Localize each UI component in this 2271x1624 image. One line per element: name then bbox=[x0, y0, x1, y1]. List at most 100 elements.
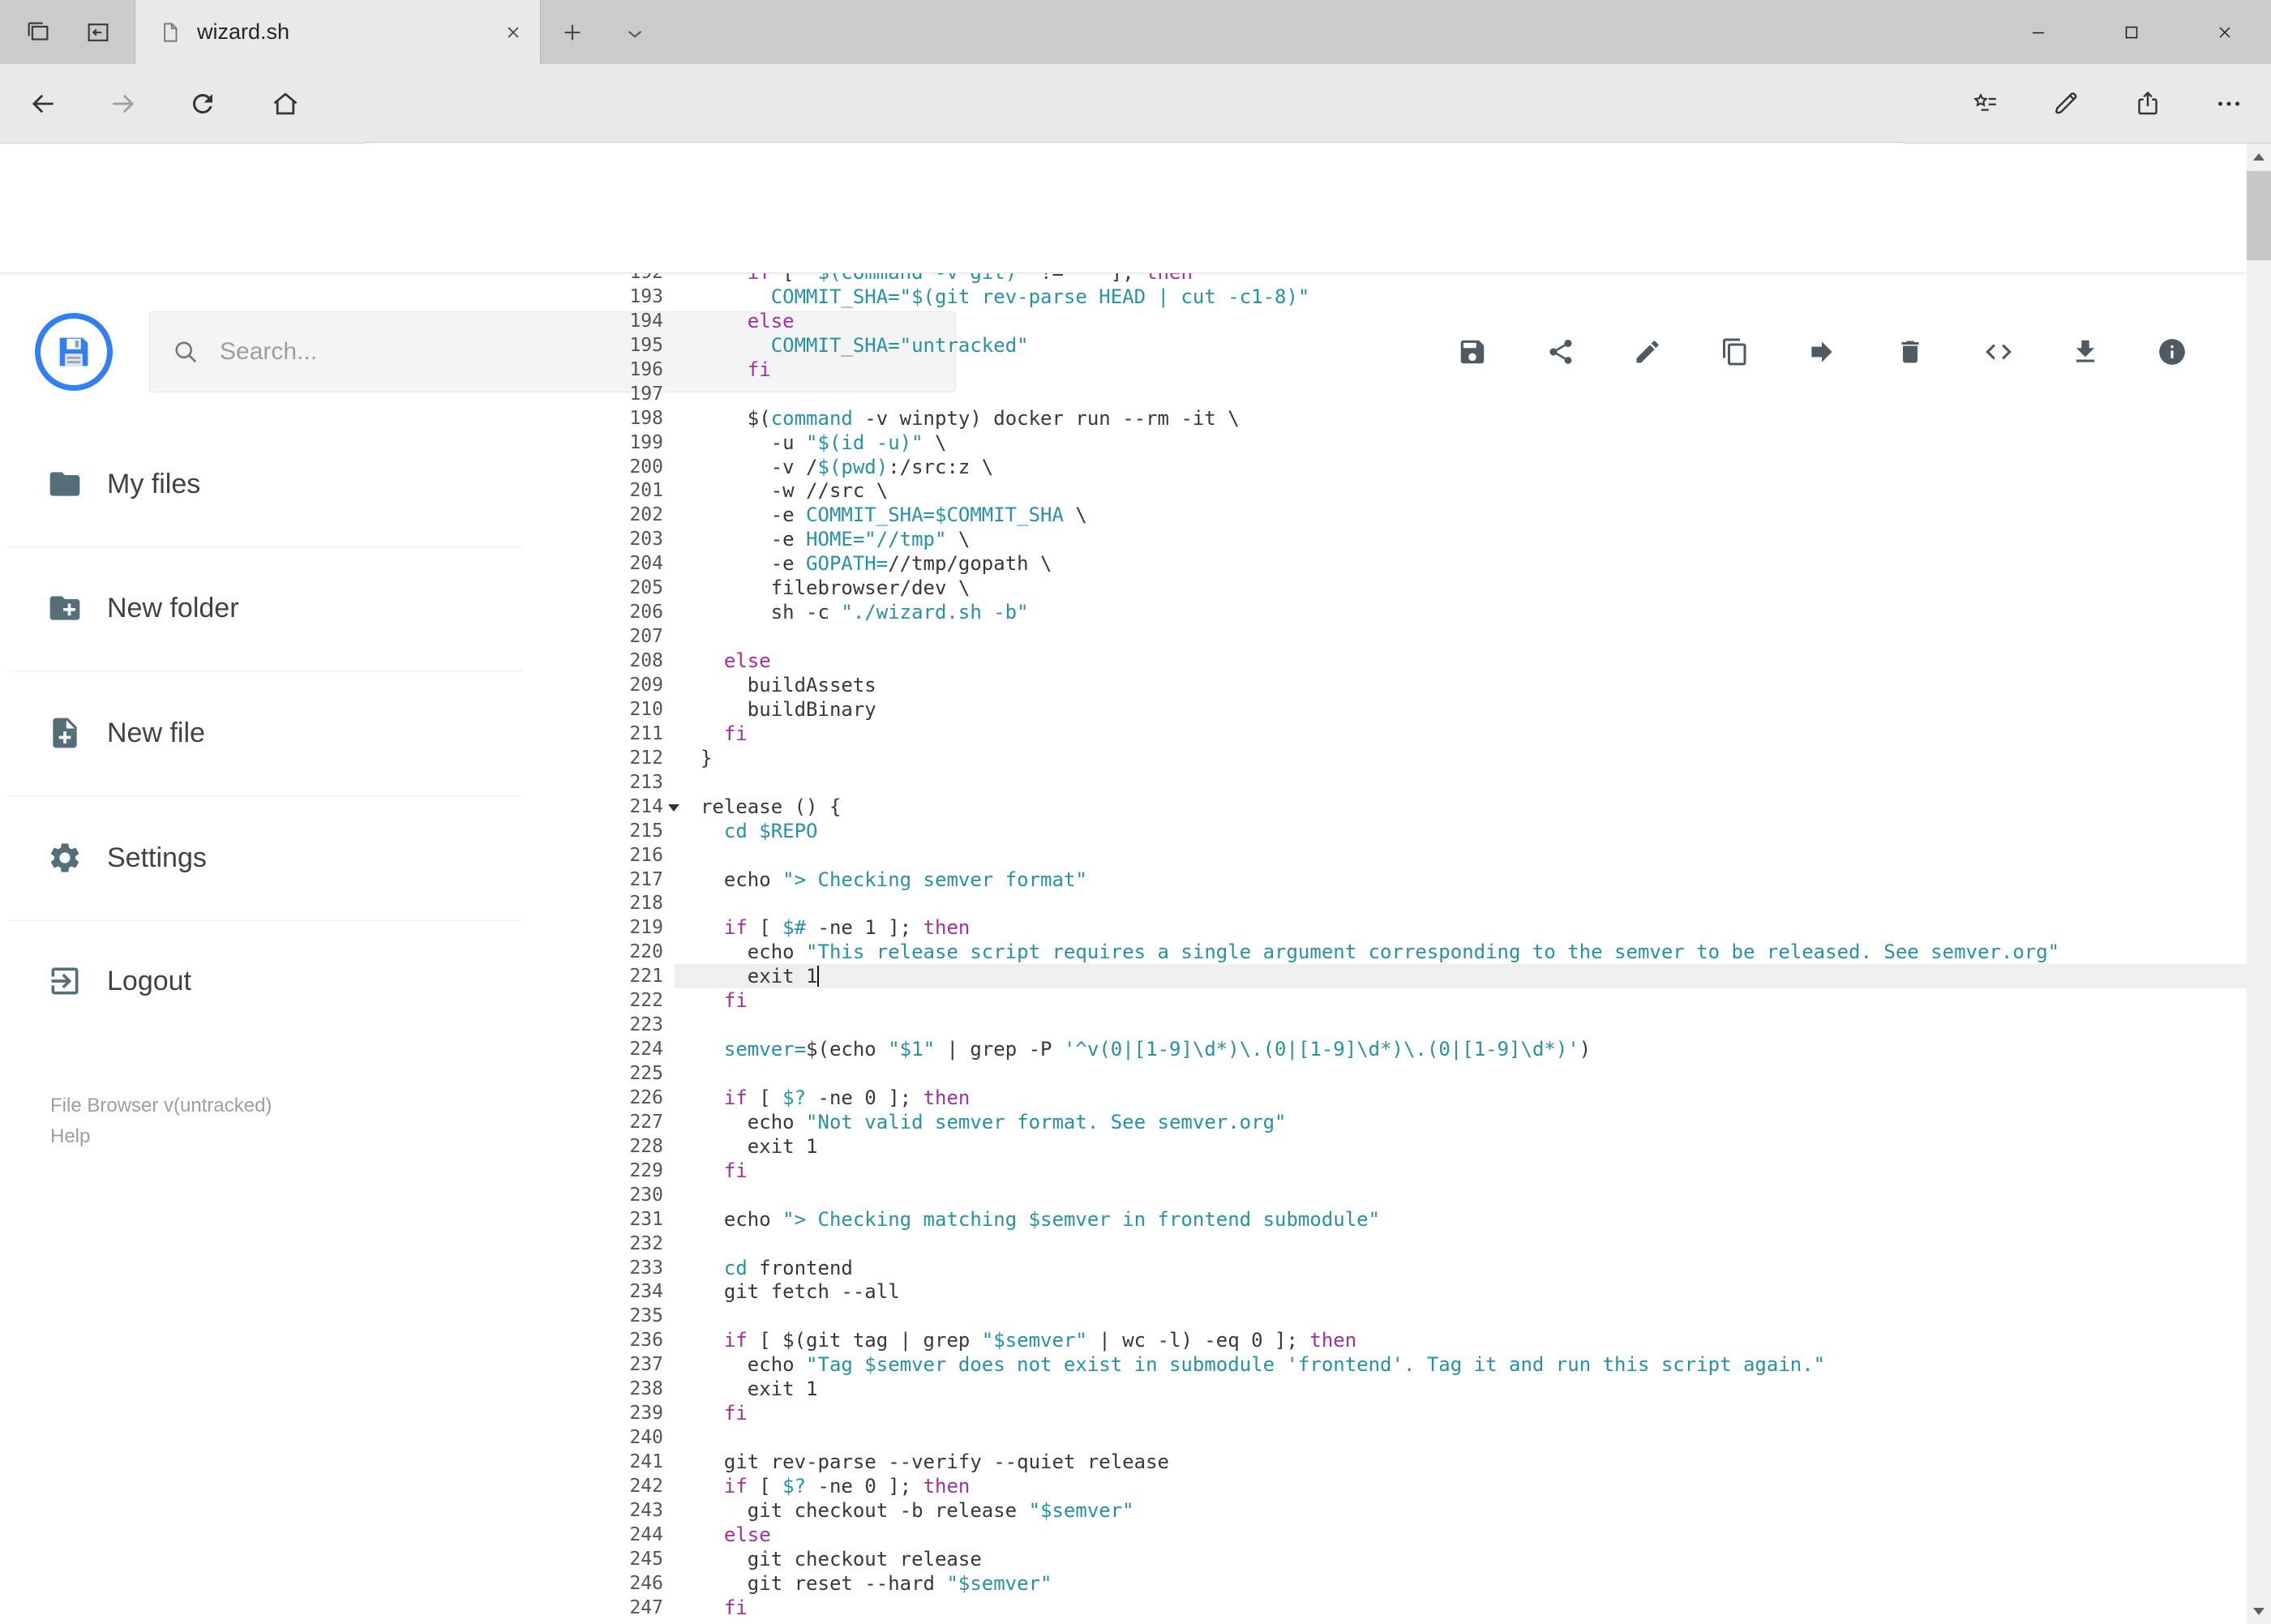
gutter-line-number[interactable]: 209 bbox=[486, 673, 663, 697]
gutter-line-number[interactable]: 216 bbox=[486, 843, 663, 868]
code-line-192[interactable]: 192 if [ "$(command -v git)" != "" ]; th… bbox=[0, 273, 2247, 285]
code-line-236[interactable]: 236 if [ $(git tag | grep "$semver" | wc… bbox=[0, 1328, 2247, 1352]
code-line-196[interactable]: 196 fi bbox=[0, 358, 2247, 382]
web-note-pen-icon[interactable] bbox=[2042, 79, 2091, 128]
code-line-203[interactable]: 203 -e HOME="//tmp" \ bbox=[0, 527, 2247, 551]
code-line-211[interactable]: 211 fi bbox=[0, 722, 2247, 746]
home-icon[interactable] bbox=[261, 79, 310, 128]
gutter-line-number[interactable]: 239 bbox=[486, 1401, 663, 1425]
tab-wizard-sh[interactable]: wizard.sh bbox=[135, 0, 541, 64]
code-line-205[interactable]: 205 filebrowser/dev \ bbox=[0, 576, 2247, 600]
code-line-210[interactable]: 210 buildBinary bbox=[0, 697, 2247, 722]
code-line-244[interactable]: 244 else bbox=[0, 1523, 2247, 1547]
gutter-line-number[interactable]: 198 bbox=[486, 406, 663, 431]
code-line-209[interactable]: 209 buildAssets bbox=[0, 673, 2247, 697]
gutter-line-number[interactable]: 232 bbox=[486, 1232, 663, 1256]
gutter-line-number[interactable]: 211 bbox=[486, 722, 663, 746]
code-line-238[interactable]: 238 exit 1 bbox=[0, 1377, 2247, 1401]
code-line-194[interactable]: 194 else bbox=[0, 309, 2247, 333]
code-line-197[interactable]: 197 bbox=[0, 382, 2247, 406]
gutter-line-number[interactable]: 205 bbox=[486, 576, 663, 600]
close-button[interactable] bbox=[2178, 0, 2271, 64]
gutter-line-number[interactable]: 230 bbox=[486, 1183, 663, 1207]
code-line-208[interactable]: 208 else bbox=[0, 649, 2247, 673]
gutter-line-number[interactable]: 212 bbox=[486, 746, 663, 770]
code-line-219[interactable]: 219 if [ $# -ne 1 ]; then bbox=[0, 915, 2247, 940]
gutter-line-number[interactable]: 193 bbox=[486, 285, 663, 309]
gutter-line-number[interactable]: 242 bbox=[486, 1474, 663, 1498]
gutter-line-number[interactable]: 222 bbox=[486, 988, 663, 1013]
code-line-199[interactable]: 199 -u "$(id -u)" \ bbox=[0, 431, 2247, 455]
gutter-line-number[interactable]: 228 bbox=[486, 1134, 663, 1159]
code-line-206[interactable]: 206 sh -c "./wizard.sh -b" bbox=[0, 600, 2247, 624]
gutter-line-number[interactable]: 207 bbox=[486, 624, 663, 649]
scrollbar-thumb[interactable] bbox=[2247, 171, 2271, 260]
gutter-line-number[interactable]: 241 bbox=[486, 1450, 663, 1474]
code-line-227[interactable]: 227 echo "Not valid semver format. See s… bbox=[0, 1110, 2247, 1134]
gutter-line-number[interactable]: 208 bbox=[486, 649, 663, 673]
code-line-218[interactable]: 218 bbox=[0, 891, 2247, 915]
code-line-207[interactable]: 207 bbox=[0, 624, 2247, 649]
code-line-228[interactable]: 228 exit 1 bbox=[0, 1134, 2247, 1159]
tab-close-icon[interactable] bbox=[495, 14, 532, 51]
gutter-line-number[interactable]: 227 bbox=[486, 1110, 663, 1134]
gutter-line-number[interactable]: 210 bbox=[486, 697, 663, 722]
code-area[interactable]: 192 if [ "$(command -v git)" != "" ]; th… bbox=[0, 273, 2247, 1624]
code-line-229[interactable]: 229 fi bbox=[0, 1159, 2247, 1183]
more-icon[interactable] bbox=[2205, 79, 2253, 128]
code-line-237[interactable]: 237 echo "Tag $semver does not exist in … bbox=[0, 1352, 2247, 1377]
gutter-line-number[interactable]: 244 bbox=[486, 1523, 663, 1547]
gutter-line-number[interactable]: 243 bbox=[486, 1498, 663, 1523]
gutter-line-number[interactable]: 229 bbox=[486, 1159, 663, 1183]
set-tabs-aside-icon[interactable] bbox=[19, 16, 57, 49]
scrollbar-up-arrow-icon[interactable] bbox=[2247, 144, 2271, 169]
code-line-230[interactable]: 230 bbox=[0, 1183, 2247, 1207]
code-line-247[interactable]: 247 fi bbox=[0, 1596, 2247, 1620]
page-scrollbar[interactable] bbox=[2247, 144, 2271, 1624]
refresh-icon[interactable] bbox=[178, 79, 227, 128]
gutter-line-number[interactable]: 234 bbox=[486, 1279, 663, 1304]
hub-icon[interactable] bbox=[1961, 79, 2010, 128]
gutter-line-number[interactable]: 237 bbox=[486, 1352, 663, 1377]
gutter-line-number[interactable]: 195 bbox=[486, 333, 663, 358]
gutter-line-number[interactable]: 225 bbox=[486, 1061, 663, 1086]
code-line-221[interactable]: 221 exit 1 bbox=[0, 964, 2247, 989]
code-line-200[interactable]: 200 -v /$(pwd):/src:z \ bbox=[0, 455, 2247, 479]
code-line-204[interactable]: 204 -e GOPATH=//tmp/gopath \ bbox=[0, 551, 2247, 576]
gutter-line-number[interactable]: 218 bbox=[486, 891, 663, 915]
code-line-202[interactable]: 202 -e COMMIT_SHA=$COMMIT_SHA \ bbox=[0, 503, 2247, 527]
code-line-212[interactable]: 212} bbox=[0, 746, 2247, 770]
gutter-line-number[interactable]: 224 bbox=[486, 1037, 663, 1061]
gutter-line-number[interactable]: 200 bbox=[486, 455, 663, 479]
gutter-line-number[interactable]: 245 bbox=[486, 1547, 663, 1571]
code-line-234[interactable]: 234 git fetch --all bbox=[0, 1279, 2247, 1304]
gutter-line-number[interactable]: 233 bbox=[486, 1256, 663, 1280]
fold-arrow-icon[interactable] bbox=[668, 803, 679, 812]
gutter-line-number[interactable]: 238 bbox=[486, 1377, 663, 1401]
gutter-line-number[interactable]: 203 bbox=[486, 527, 663, 551]
gutter-line-number[interactable]: 201 bbox=[486, 478, 663, 503]
code-line-216[interactable]: 216 bbox=[0, 843, 2247, 868]
gutter-line-number[interactable]: 247 bbox=[486, 1596, 663, 1620]
code-line-233[interactable]: 233 cd frontend bbox=[0, 1256, 2247, 1280]
gutter-line-number[interactable]: 217 bbox=[486, 868, 663, 892]
gutter-line-number[interactable]: 202 bbox=[486, 503, 663, 527]
gutter-line-number[interactable]: 192 bbox=[486, 273, 663, 285]
code-line-226[interactable]: 226 if [ $? -ne 0 ]; then bbox=[0, 1086, 2247, 1110]
minimize-button[interactable] bbox=[1991, 0, 2085, 64]
code-line-239[interactable]: 239 fi bbox=[0, 1401, 2247, 1425]
gutter-line-number[interactable]: 231 bbox=[486, 1207, 663, 1232]
code-line-215[interactable]: 215 cd $REPO bbox=[0, 819, 2247, 843]
gutter-line-number[interactable]: 235 bbox=[486, 1304, 663, 1328]
code-line-235[interactable]: 235 bbox=[0, 1304, 2247, 1328]
gutter-line-number[interactable]: 194 bbox=[486, 309, 663, 333]
code-line-193[interactable]: 193 COMMIT_SHA="$(git rev-parse HEAD | c… bbox=[0, 285, 2247, 309]
code-line-223[interactable]: 223 bbox=[0, 1013, 2247, 1037]
code-line-214[interactable]: 214 release () { bbox=[0, 795, 2247, 819]
code-line-217[interactable]: 217 echo "> Checking semver format" bbox=[0, 868, 2247, 892]
gutter-line-number[interactable]: 246 bbox=[486, 1571, 663, 1596]
gutter-line-number[interactable]: 226 bbox=[486, 1086, 663, 1110]
code-line-213[interactable]: 213 bbox=[0, 770, 2247, 795]
code-line-225[interactable]: 225 bbox=[0, 1061, 2247, 1086]
code-line-245[interactable]: 245 git checkout release bbox=[0, 1547, 2247, 1571]
